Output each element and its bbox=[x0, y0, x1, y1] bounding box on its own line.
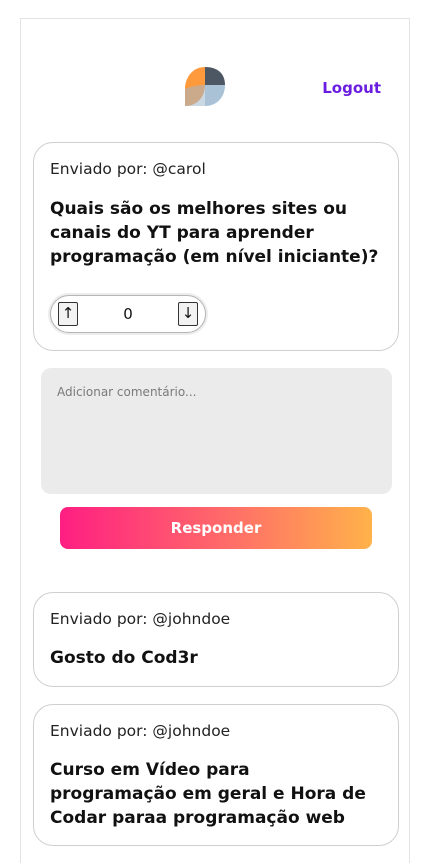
answer-card: Enviado por: @johndoe Curso em Vídeo par… bbox=[33, 704, 399, 846]
answer-text: Curso em Vídeo para programação em geral… bbox=[50, 760, 366, 828]
question-author: Enviado por: @carol bbox=[50, 160, 206, 178]
logout-link[interactable]: Logout bbox=[322, 79, 381, 97]
answer-card: Enviado por: @johndoe Gosto do Cod3r bbox=[33, 592, 399, 687]
comment-input[interactable] bbox=[41, 368, 392, 494]
answer-author: Enviado por: @johndoe bbox=[50, 722, 231, 740]
vote-control: ↑ 0 ↓ bbox=[50, 295, 206, 333]
question-card: Enviado por: @carol Quais são os melhore… bbox=[33, 142, 399, 351]
reply-button[interactable]: Responder bbox=[60, 507, 372, 549]
question-title: Quais são os melhores sites ou canais do… bbox=[50, 199, 379, 267]
app-container: Logout Enviado por: @carol Quais são os … bbox=[20, 18, 410, 863]
answer-text: Gosto do Cod3r bbox=[50, 648, 198, 668]
logo-icon bbox=[185, 67, 225, 106]
answer-author: Enviado por: @johndoe bbox=[50, 610, 231, 628]
downvote-button[interactable]: ↓ bbox=[178, 302, 198, 326]
